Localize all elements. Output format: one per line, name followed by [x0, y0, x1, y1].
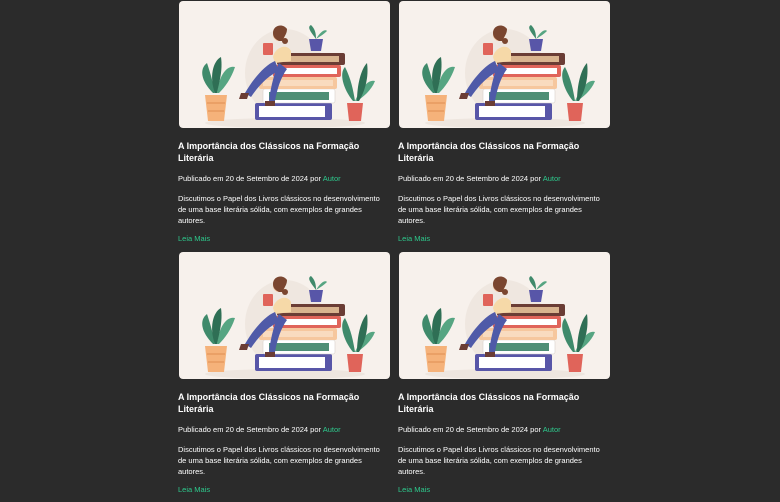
- author-link[interactable]: Autor: [323, 174, 341, 183]
- blog-card: A Importância dos Clássicos na Formação …: [178, 251, 391, 502]
- read-more-link[interactable]: Leia Mais: [178, 234, 210, 244]
- blog-card: A Importância dos Clássicos na Formação …: [398, 0, 611, 251]
- reading-illustration-icon: [422, 25, 595, 128]
- post-date: Publicado em 20 de Setembro de 2024 por: [398, 425, 543, 434]
- post-thumbnail[interactable]: [179, 252, 390, 379]
- reading-illustration-icon: [202, 25, 375, 128]
- post-meta: Publicado em 20 de Setembro de 2024 por …: [398, 174, 561, 184]
- post-title[interactable]: A Importância dos Clássicos na Formação …: [398, 391, 598, 415]
- post-date: Publicado em 20 de Setembro de 2024 por: [178, 425, 323, 434]
- post-thumbnail[interactable]: [399, 252, 610, 379]
- reading-illustration-icon: [422, 276, 595, 379]
- blog-card: A Importância dos Clássicos na Formação …: [398, 251, 611, 502]
- post-thumbnail[interactable]: [399, 1, 610, 128]
- read-more-link[interactable]: Leia Mais: [398, 485, 430, 495]
- read-more-link[interactable]: Leia Mais: [178, 485, 210, 495]
- author-link[interactable]: Autor: [543, 174, 561, 183]
- post-thumbnail[interactable]: [179, 1, 390, 128]
- post-excerpt: Discutimos o Papel dos Livros clássicos …: [398, 194, 600, 225]
- post-title[interactable]: A Importância dos Clássicos na Formação …: [178, 391, 378, 415]
- post-title[interactable]: A Importância dos Clássicos na Formação …: [398, 140, 598, 164]
- post-meta: Publicado em 20 de Setembro de 2024 por …: [398, 425, 561, 435]
- post-meta: Publicado em 20 de Setembro de 2024 por …: [178, 425, 341, 435]
- post-excerpt: Discutimos o Papel dos Livros clássicos …: [178, 194, 380, 225]
- post-date: Publicado em 20 de Setembro de 2024 por: [178, 174, 323, 183]
- post-excerpt: Discutimos o Papel dos Livros clássicos …: [398, 445, 600, 476]
- blog-card: A Importância dos Clássicos na Formação …: [178, 0, 391, 251]
- read-more-link[interactable]: Leia Mais: [398, 234, 430, 244]
- post-excerpt: Discutimos o Papel dos Livros clássicos …: [178, 445, 380, 476]
- author-link[interactable]: Autor: [543, 425, 561, 434]
- post-meta: Publicado em 20 de Setembro de 2024 por …: [178, 174, 341, 184]
- reading-illustration-icon: [202, 276, 375, 379]
- post-title[interactable]: A Importância dos Clássicos na Formação …: [178, 140, 378, 164]
- post-date: Publicado em 20 de Setembro de 2024 por: [398, 174, 543, 183]
- blog-post-grid: A Importância dos Clássicos na Formação …: [178, 0, 611, 502]
- author-link[interactable]: Autor: [323, 425, 341, 434]
